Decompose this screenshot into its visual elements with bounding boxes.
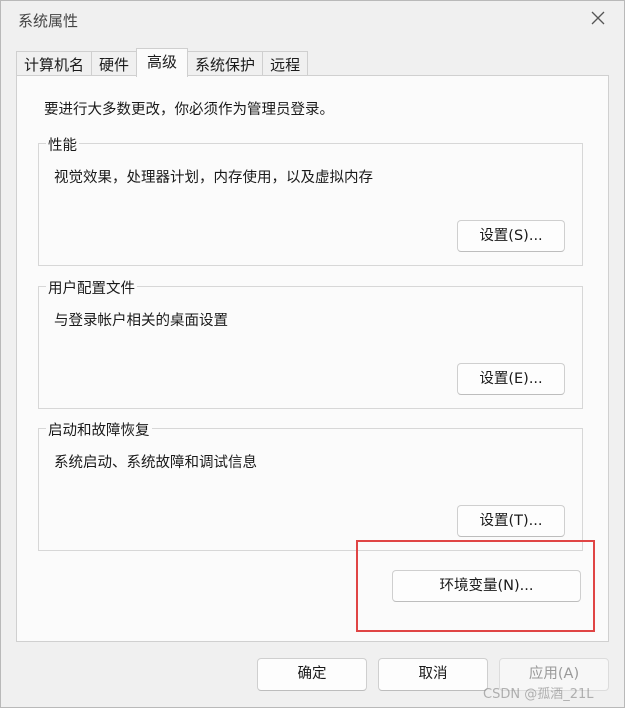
system-properties-dialog: 系统属性 计算机名 硬件 高级 系统保护 远程 要进行大多数更改，你必须作为管理… <box>0 0 625 708</box>
performance-settings-button[interactable]: 设置(S)... <box>457 220 565 252</box>
tab-strip: 计算机名 硬件 高级 系统保护 远程 <box>16 48 309 77</box>
user-profiles-group: 用户配置文件 与登录帐户相关的桌面设置 设置(E)... <box>38 277 583 409</box>
startup-recovery-description: 系统启动、系统故障和调试信息 <box>54 455 257 471</box>
watermark-text: CSDN @孤酒_21L <box>483 687 594 702</box>
title-bar: 系统属性 <box>1 1 624 39</box>
window-title: 系统属性 <box>18 12 79 30</box>
tab-system-protection[interactable]: 系统保护 <box>187 51 264 77</box>
close-icon <box>591 11 605 29</box>
startup-recovery-settings-button[interactable]: 设置(T)... <box>457 505 565 537</box>
ok-button[interactable]: 确定 <box>257 658 367 691</box>
performance-group-label: 性能 <box>46 134 79 155</box>
user-profiles-description: 与登录帐户相关的桌面设置 <box>54 313 228 329</box>
tab-hardware[interactable]: 硬件 <box>91 51 138 77</box>
advanced-tab-panel: 要进行大多数更改，你必须作为管理员登录。 性能 视觉效果，处理器计划，内存使用，… <box>16 75 609 642</box>
cancel-button[interactable]: 取消 <box>378 658 488 691</box>
performance-description: 视觉效果，处理器计划，内存使用，以及虚拟内存 <box>54 170 373 186</box>
startup-recovery-group-label: 启动和故障恢复 <box>46 419 152 440</box>
environment-variables-button[interactable]: 环境变量(N)... <box>392 570 581 602</box>
user-profiles-settings-button[interactable]: 设置(E)... <box>457 363 565 395</box>
performance-group: 性能 视觉效果，处理器计划，内存使用，以及虚拟内存 设置(S)... <box>38 134 583 266</box>
tab-computer-name[interactable]: 计算机名 <box>16 51 93 77</box>
user-profiles-group-label: 用户配置文件 <box>46 277 137 298</box>
tab-remote[interactable]: 远程 <box>262 51 309 77</box>
startup-recovery-group: 启动和故障恢复 系统启动、系统故障和调试信息 设置(T)... <box>38 419 583 551</box>
admin-notice: 要进行大多数更改，你必须作为管理员登录。 <box>44 102 334 118</box>
close-button[interactable] <box>586 9 610 31</box>
tab-advanced[interactable]: 高级 <box>136 48 189 77</box>
